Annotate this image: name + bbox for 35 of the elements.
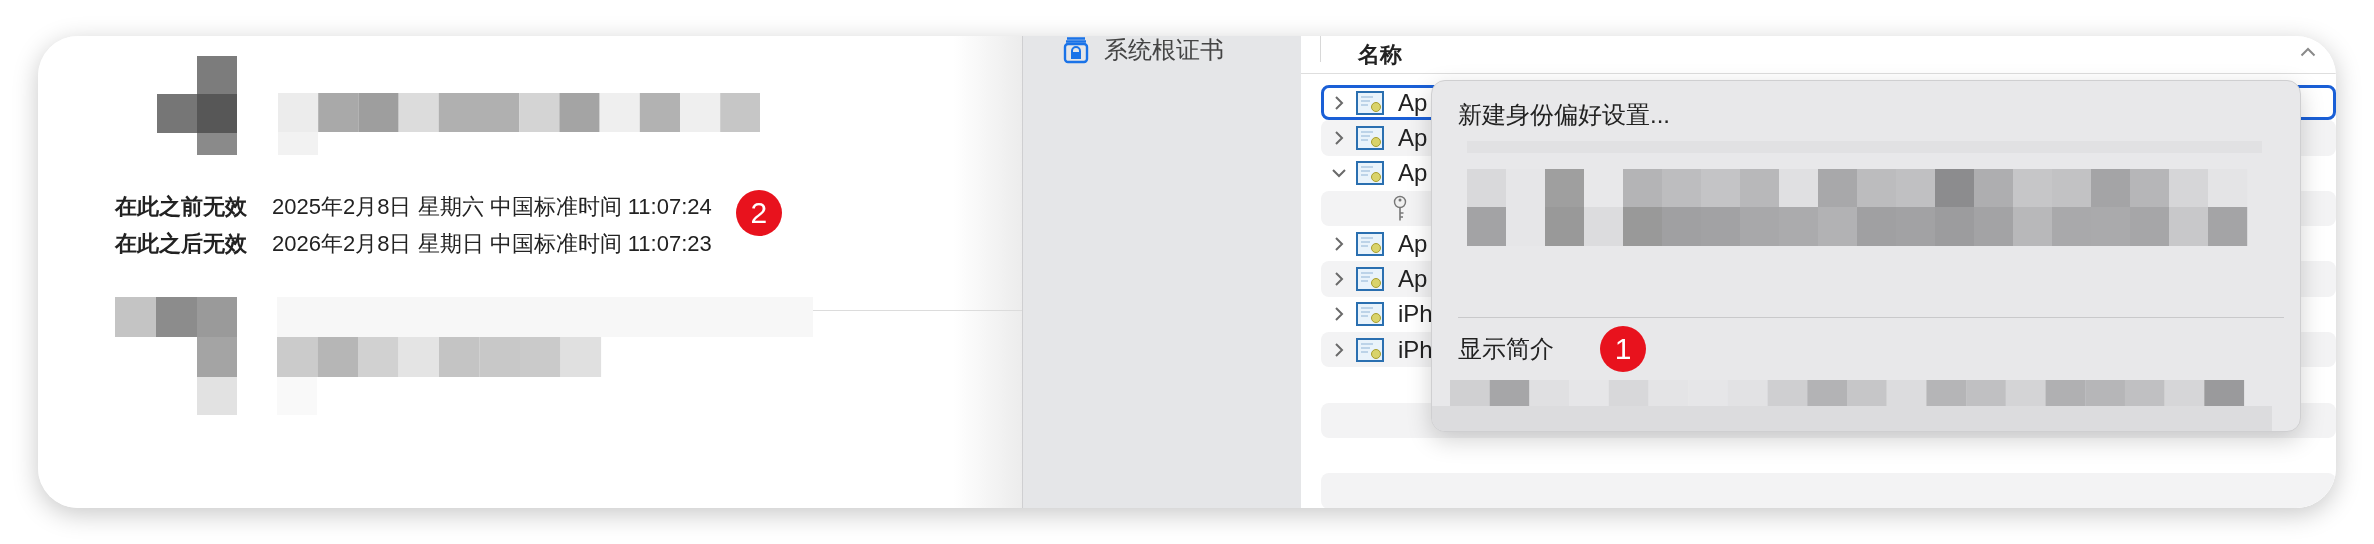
field-value: 2026年2月8日 星期日 中国标准时间 11:07:23	[272, 229, 712, 258]
certificate-icon	[1356, 231, 1384, 256]
step-badge: 2	[735, 189, 782, 236]
certificate-icon	[1356, 337, 1384, 362]
field-label: 在此之后无效	[115, 229, 248, 258]
table-row[interactable]: Ap	[1321, 155, 2336, 191]
key-icon	[1393, 194, 1407, 223]
row-name: Ap	[1398, 229, 1428, 258]
sidebar-item[interactable]: 系统根证书	[1104, 36, 1224, 66]
menu-item[interactable]: 显示简介	[1458, 333, 1554, 365]
step-badge: 1	[1600, 326, 1646, 372]
row-name: iPh	[1398, 335, 1433, 364]
row-name: iPh	[1398, 300, 1433, 329]
table-row[interactable]: Ap	[1321, 226, 2336, 262]
row-name: Ap	[1398, 159, 1428, 188]
chevron-right-icon[interactable]	[1332, 306, 1346, 323]
column-header[interactable]: 名称	[1358, 39, 1402, 70]
row-name: Ap	[1398, 123, 1428, 152]
certificate-icon	[1356, 125, 1384, 150]
chevron-right-icon[interactable]	[1332, 129, 1346, 146]
chevron-right-icon[interactable]	[1332, 271, 1346, 288]
lock-icon	[1063, 36, 1089, 64]
certificate-icon	[1356, 90, 1384, 115]
row-name: Ap	[1398, 88, 1428, 117]
chevron-right-icon[interactable]	[1332, 94, 1346, 111]
field-label: 在此之前无效	[115, 192, 248, 221]
sort-caret-icon[interactable]	[2300, 46, 2316, 57]
field-value: 2025年2月8日 星期六 中国标准时间 11:07:24	[272, 192, 712, 221]
chevron-right-icon[interactable]	[1332, 341, 1346, 358]
row-name: Ap	[1398, 265, 1428, 294]
menu-item[interactable]: 新建身份偏好设置...	[1458, 99, 1670, 131]
certificate-icon	[1356, 267, 1384, 292]
chevron-right-icon[interactable]	[1332, 235, 1346, 252]
certificate-icon	[1356, 302, 1384, 327]
certificate-icon	[1356, 161, 1384, 186]
